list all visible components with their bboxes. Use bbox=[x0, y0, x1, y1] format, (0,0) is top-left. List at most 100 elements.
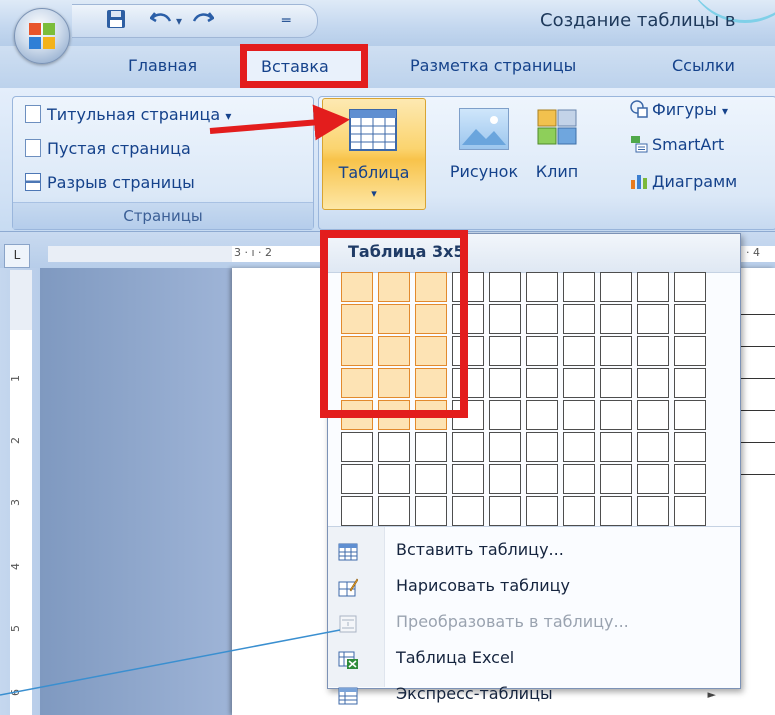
table-grid-cell[interactable] bbox=[526, 304, 558, 334]
table-grid-cell[interactable] bbox=[637, 400, 669, 430]
table-grid-cell[interactable] bbox=[452, 496, 484, 526]
table-grid-cell[interactable] bbox=[674, 432, 706, 462]
table-grid-cell[interactable] bbox=[489, 304, 521, 334]
table-grid-cell[interactable] bbox=[526, 464, 558, 494]
tab-insert[interactable]: Вставка bbox=[240, 44, 368, 88]
table-grid-cell[interactable] bbox=[674, 304, 706, 334]
table-grid-cell[interactable] bbox=[489, 464, 521, 494]
vertical-ruler-mark: 1 bbox=[9, 375, 22, 382]
qat-customize-icon[interactable]: ═ bbox=[282, 9, 290, 33]
draw-table-menu-item[interactable]: Нарисовать таблицу bbox=[328, 570, 740, 606]
table-grid-cell[interactable] bbox=[563, 464, 595, 494]
tab-page-layout[interactable]: Разметка страницы bbox=[410, 56, 576, 75]
table-grid-cell[interactable] bbox=[341, 496, 373, 526]
table-grid-cell[interactable] bbox=[563, 272, 595, 302]
undo-dropdown-icon[interactable]: ▾ bbox=[176, 9, 182, 33]
table-grid-cell[interactable] bbox=[674, 400, 706, 430]
table-grid-cell[interactable] bbox=[600, 400, 632, 430]
table-grid-cell[interactable] bbox=[563, 336, 595, 366]
table-grid-cell[interactable] bbox=[637, 432, 669, 462]
table-grid-cell[interactable] bbox=[563, 496, 595, 526]
page-break-button[interactable]: Разрыв страницы bbox=[25, 171, 195, 195]
table-grid-cell[interactable] bbox=[600, 496, 632, 526]
clip-button[interactable]: Клип bbox=[524, 98, 590, 208]
table-grid-cell[interactable] bbox=[489, 368, 521, 398]
table-grid-cell[interactable] bbox=[378, 432, 410, 462]
quick-tables-label: Экспресс-таблицы bbox=[396, 684, 553, 703]
table-grid-cell[interactable] bbox=[600, 432, 632, 462]
quick-tables-menu-item[interactable]: Экспресс-таблицы ► bbox=[328, 678, 740, 714]
table-grid-cell[interactable] bbox=[415, 496, 447, 526]
table-grid-cell[interactable] bbox=[526, 368, 558, 398]
table-grid-cell[interactable] bbox=[600, 464, 632, 494]
ruler-mark: · 4 bbox=[746, 246, 760, 259]
save-icon[interactable] bbox=[106, 9, 126, 33]
table-grid-cell[interactable] bbox=[489, 400, 521, 430]
table-grid-cell[interactable] bbox=[600, 336, 632, 366]
title-bar: ▾ ═ Создание таблицы в bbox=[0, 0, 775, 46]
picture-button[interactable]: Рисунок bbox=[446, 98, 522, 208]
clip-button-label: Клип bbox=[535, 162, 579, 181]
table-grid-cell[interactable] bbox=[637, 272, 669, 302]
page-break-label: Разрыв страницы bbox=[47, 173, 195, 192]
table-grid-cell[interactable] bbox=[341, 432, 373, 462]
table-grid-cell[interactable] bbox=[563, 400, 595, 430]
redo-icon[interactable] bbox=[192, 9, 215, 33]
table-grid-cell[interactable] bbox=[526, 336, 558, 366]
table-grid-cell[interactable] bbox=[637, 304, 669, 334]
table-grid-cell[interactable] bbox=[637, 336, 669, 366]
table-grid-cell[interactable] bbox=[674, 464, 706, 494]
table-grid-cell[interactable] bbox=[637, 496, 669, 526]
convert-to-table-menu-item[interactable]: Преобразовать в таблицу... bbox=[328, 606, 740, 642]
table-grid-cell[interactable] bbox=[489, 496, 521, 526]
table-grid-cell[interactable] bbox=[674, 272, 706, 302]
smartart-icon bbox=[630, 135, 648, 153]
tab-home[interactable]: Главная bbox=[128, 56, 197, 75]
table-grid-cell[interactable] bbox=[452, 464, 484, 494]
tab-references[interactable]: Ссылки bbox=[672, 56, 735, 75]
chart-button[interactable]: Диаграмм bbox=[630, 172, 737, 191]
table-grid-cell[interactable] bbox=[674, 336, 706, 366]
table-grid-cell[interactable] bbox=[489, 432, 521, 462]
table-grid-cell[interactable] bbox=[563, 368, 595, 398]
clip-icon bbox=[534, 108, 580, 148]
table-preview-line bbox=[735, 410, 775, 411]
smartart-button[interactable]: SmartArt bbox=[630, 135, 724, 154]
table-grid-cell[interactable] bbox=[526, 400, 558, 430]
table-button[interactable]: Таблица ▾ bbox=[322, 98, 426, 210]
tab-stop-selector[interactable]: L bbox=[4, 244, 30, 268]
table-grid-cell[interactable] bbox=[674, 368, 706, 398]
blank-page-button[interactable]: Пустая страница bbox=[25, 137, 191, 161]
table-grid-cell[interactable] bbox=[600, 368, 632, 398]
table-grid-cell[interactable] bbox=[341, 464, 373, 494]
table-grid-cell[interactable] bbox=[526, 432, 558, 462]
undo-icon[interactable] bbox=[149, 9, 172, 33]
table-grid-cell[interactable] bbox=[526, 272, 558, 302]
excel-table-icon bbox=[338, 651, 358, 669]
excel-table-menu-item[interactable]: Таблица Excel bbox=[328, 642, 740, 678]
pages-group: Титульная страница ▾ Пустая страница Раз… bbox=[12, 96, 314, 230]
selection-annotation-box bbox=[320, 230, 468, 418]
office-button[interactable] bbox=[14, 8, 70, 64]
table-grid-cell[interactable] bbox=[489, 272, 521, 302]
table-preview-line bbox=[735, 314, 775, 315]
table-grid-cell[interactable] bbox=[526, 496, 558, 526]
table-grid-cell[interactable] bbox=[415, 432, 447, 462]
table-grid-cell[interactable] bbox=[674, 496, 706, 526]
table-grid-cell[interactable] bbox=[637, 368, 669, 398]
table-grid-cell[interactable] bbox=[563, 304, 595, 334]
table-grid-cell[interactable] bbox=[563, 432, 595, 462]
insert-table-menu-item[interactable]: Вставить таблицу... bbox=[328, 534, 740, 570]
table-grid-cell[interactable] bbox=[378, 464, 410, 494]
vertical-ruler-mark: 2 bbox=[9, 437, 22, 444]
table-grid-cell[interactable] bbox=[452, 432, 484, 462]
table-grid-cell[interactable] bbox=[600, 272, 632, 302]
table-grid-cell[interactable] bbox=[378, 496, 410, 526]
table-grid-cell[interactable] bbox=[489, 336, 521, 366]
shapes-button[interactable]: Фигуры ▾ bbox=[630, 100, 728, 119]
table-grid-cell[interactable] bbox=[600, 304, 632, 334]
shapes-dropdown-icon: ▾ bbox=[721, 104, 728, 118]
cover-page-button[interactable]: Титульная страница ▾ bbox=[25, 103, 231, 127]
table-grid-cell[interactable] bbox=[415, 464, 447, 494]
table-grid-cell[interactable] bbox=[637, 464, 669, 494]
